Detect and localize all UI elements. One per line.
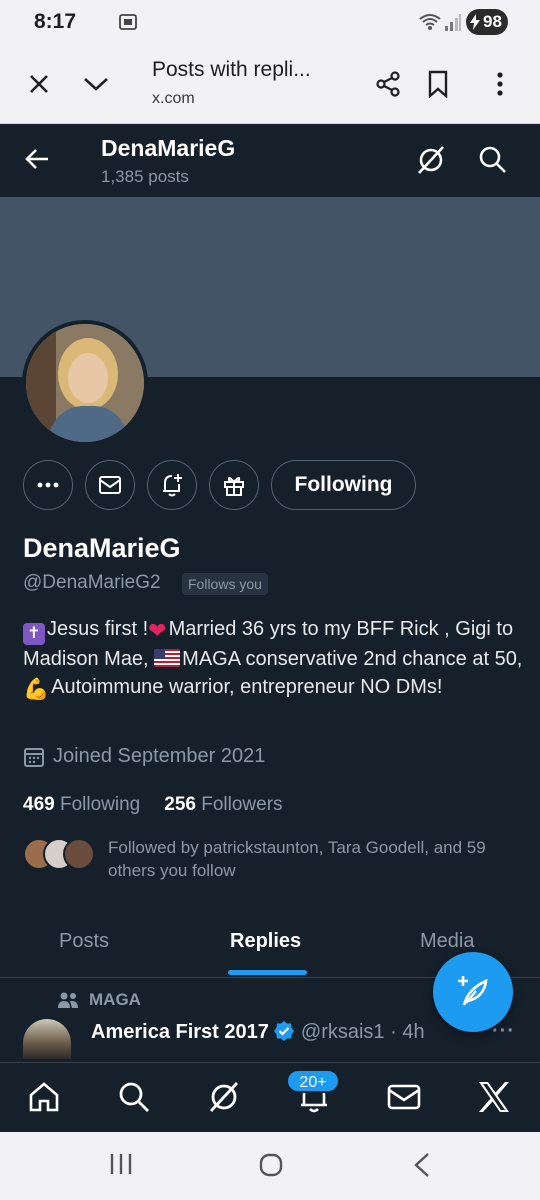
ellipsis-icon bbox=[37, 482, 59, 488]
bookmark-icon bbox=[428, 70, 448, 98]
browser-header: Posts with repli... x.com bbox=[0, 44, 540, 124]
post-separator: · bbox=[390, 1021, 397, 1043]
tab-posts[interactable]: Posts bbox=[59, 930, 109, 953]
bell-plus-icon bbox=[163, 474, 182, 497]
red-heart-emoji-icon: ❤ bbox=[148, 618, 167, 643]
post-header: America First 2017 @rksais1 · 4h bbox=[91, 1020, 425, 1044]
status-bar: 8:17 98 bbox=[0, 0, 540, 44]
calendar-icon bbox=[24, 747, 44, 767]
followers-count: 256 bbox=[164, 794, 196, 815]
profile-bio: ✝ Jesus first !❤ Married 36 yrs to my BFF … bbox=[23, 615, 528, 701]
profile-name: DenaMarieG bbox=[23, 533, 181, 563]
nav-messages[interactable] bbox=[384, 1077, 424, 1117]
bookmark-button[interactable] bbox=[418, 64, 458, 104]
verified-badge-icon bbox=[273, 1021, 294, 1041]
us-flag-emoji-icon bbox=[154, 649, 181, 667]
nav-grok[interactable] bbox=[204, 1077, 244, 1117]
battery-level: 98 bbox=[483, 12, 502, 31]
screen-capture-icon bbox=[119, 14, 137, 30]
grok-icon bbox=[209, 1082, 239, 1112]
joined-date: Joined September 2021 bbox=[23, 745, 265, 768]
envelope-icon bbox=[387, 1084, 421, 1110]
following-button[interactable]: Following bbox=[271, 460, 416, 510]
bio-part: Autoimmune warrior, entrepreneur NO DMs! bbox=[51, 676, 443, 698]
grok-icon[interactable] bbox=[414, 143, 448, 177]
following-count: 469 bbox=[23, 794, 55, 815]
bio-part: Jesus first ! bbox=[47, 618, 149, 640]
compose-feather-icon bbox=[458, 976, 488, 1006]
follow-stats: 469 Following 256 Followers bbox=[23, 794, 283, 816]
home-icon bbox=[29, 1082, 59, 1112]
signal-icon bbox=[445, 14, 461, 31]
message-button[interactable] bbox=[85, 460, 135, 510]
bottom-navigation: 20+ bbox=[0, 1062, 540, 1132]
avatar bbox=[63, 838, 95, 870]
followers-you-know-facepile bbox=[23, 838, 95, 874]
active-tab-indicator bbox=[228, 970, 307, 975]
back-chevron-icon[interactable] bbox=[412, 1152, 432, 1178]
post-author-handle[interactable]: @rksais1 bbox=[301, 1021, 385, 1043]
more-button[interactable] bbox=[23, 460, 73, 510]
gift-icon bbox=[224, 476, 244, 496]
envelope-icon bbox=[99, 476, 121, 494]
post-community-context[interactable]: MAGA bbox=[57, 990, 141, 1010]
tab-media[interactable]: Media bbox=[420, 930, 474, 953]
followers-stat[interactable]: 256 Followers bbox=[164, 794, 282, 815]
close-icon bbox=[30, 75, 48, 93]
post-time: 4h bbox=[402, 1021, 425, 1043]
avatar-photo bbox=[26, 324, 144, 442]
profile-handle: @DenaMarieG2 bbox=[23, 572, 161, 593]
notify-button[interactable] bbox=[147, 460, 197, 510]
search-icon bbox=[119, 1082, 149, 1112]
clock: 8:17 bbox=[34, 10, 77, 33]
post-author-avatar[interactable] bbox=[23, 1019, 71, 1059]
profile-avatar[interactable] bbox=[22, 320, 148, 446]
share-button[interactable] bbox=[368, 64, 408, 104]
wifi-icon bbox=[419, 14, 441, 30]
nav-home[interactable] bbox=[24, 1077, 64, 1117]
search-icon[interactable] bbox=[476, 143, 510, 177]
chevron-down-icon bbox=[84, 78, 108, 91]
bio-part: MAGA conservative 2nd chance at 50, bbox=[182, 648, 523, 670]
community-name: MAGA bbox=[89, 990, 141, 1009]
flexed-biceps-emoji-icon: 💪 bbox=[23, 678, 50, 701]
nav-x[interactable] bbox=[474, 1077, 514, 1117]
profile-top-nav: DenaMarieG 1,385 posts bbox=[0, 125, 540, 197]
tab-replies[interactable]: Replies bbox=[230, 930, 301, 953]
recent-apps-icon[interactable] bbox=[108, 1152, 134, 1176]
following-label: Following bbox=[59, 794, 141, 815]
page-title: Posts with repli... bbox=[152, 58, 311, 81]
latin-cross-emoji-icon: ✝ bbox=[23, 623, 45, 645]
battery-indicator: 98 bbox=[466, 9, 508, 35]
joined-text: Joined September 2021 bbox=[53, 745, 266, 767]
nav-search[interactable] bbox=[114, 1077, 154, 1117]
share-icon bbox=[376, 71, 400, 97]
vertical-dots-icon bbox=[497, 72, 503, 96]
minimize-button[interactable] bbox=[76, 64, 116, 104]
subscribe-gift-button[interactable] bbox=[209, 460, 259, 510]
follows-you-badge: Follows you bbox=[182, 573, 268, 595]
followed-by-text: Followed by patrickstaunton, Tara Goodel… bbox=[108, 838, 486, 880]
nav-post-count: 1,385 posts bbox=[101, 167, 189, 186]
charging-bolt-icon bbox=[470, 14, 480, 30]
close-tab-button[interactable] bbox=[19, 64, 59, 104]
nav-display-name: DenaMarieG bbox=[101, 135, 236, 161]
back-arrow-icon[interactable] bbox=[22, 143, 54, 175]
profile-actions: Following bbox=[0, 460, 540, 512]
x-logo-icon bbox=[479, 1082, 509, 1112]
compose-post-button[interactable] bbox=[433, 952, 513, 1032]
followers-label: Followers bbox=[201, 794, 283, 815]
followed-by[interactable]: Followed by patrickstaunton, Tara Goodel… bbox=[23, 836, 528, 886]
following-stat[interactable]: 469 Following bbox=[23, 794, 140, 815]
community-icon bbox=[58, 992, 78, 1008]
more-options-button[interactable] bbox=[480, 64, 520, 104]
home-circle-icon[interactable] bbox=[258, 1152, 284, 1178]
post-author-name[interactable]: America First 2017 bbox=[91, 1021, 269, 1043]
system-navigation-bar bbox=[0, 1132, 540, 1200]
notification-count-badge: 20+ bbox=[286, 1069, 340, 1093]
page-url: x.com bbox=[152, 90, 195, 107]
